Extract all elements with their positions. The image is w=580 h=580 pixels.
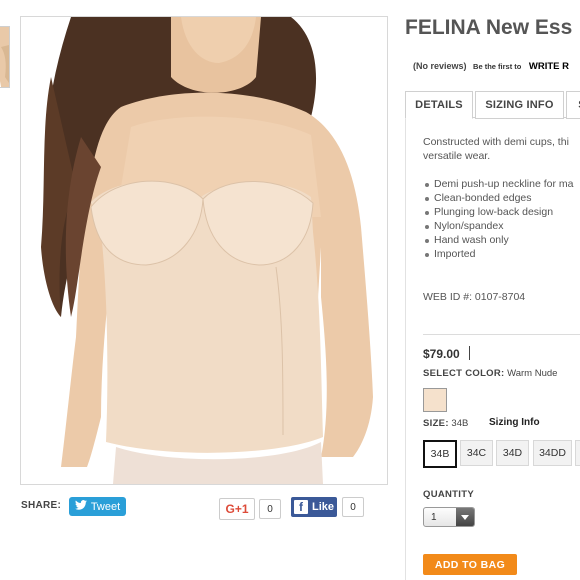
reviews-count: (No reviews) [413,61,467,71]
product-tabs: DETAILS SIZING INFO S [405,91,580,119]
description-line: Constructed with demi cups, thi [423,136,569,148]
size-label: SIZE: [423,418,449,429]
selected-color-name: Warm Nude [507,368,558,379]
twitter-icon [74,500,87,513]
price-separator [469,346,470,360]
tab-sizing-info[interactable]: SIZING INFO [475,91,564,119]
web-id: WEB ID #: 0107-8704 [423,291,526,303]
description-line: versatile wear. [423,150,491,162]
size-row: SIZE: 34B [423,418,468,429]
size-option-more[interactable]: 3 [575,440,580,466]
share-label: SHARE: [21,500,62,511]
feature-item: Imported [423,247,573,261]
quantity-value: 1 [431,511,437,523]
tweet-label: Tweet [90,500,121,513]
feature-item: Demi push-up neckline for ma [423,177,573,191]
size-option-34dd[interactable]: 34DD [533,440,572,466]
write-review-link[interactable]: WRITE R [529,61,569,72]
reviews-prompt: Be the first to [473,62,522,71]
product-price: $79.00 [423,347,460,361]
product-description: Constructed with demi cups, thi versatil… [423,135,580,163]
like-label: Like [312,501,335,513]
divider [423,334,580,335]
size-option-34b[interactable]: 34B [423,440,457,468]
sizing-info-link[interactable]: Sizing Info [489,417,540,428]
select-color-label: SELECT COLOR: [423,368,505,379]
feature-item: Plunging low-back design [423,205,573,219]
facebook-like-button[interactable]: f Like [291,497,337,517]
product-main-image[interactable] [20,16,388,485]
google-plus-button[interactable]: G+1 [219,498,255,520]
feature-item: Nylon/spandex [423,219,573,233]
reviews-row: (No reviews) Be the first to WRITE R [413,61,569,72]
feature-list: Demi push-up neckline for ma Clean-bonde… [423,177,573,261]
feature-item: Clean-bonded edges [423,191,573,205]
color-swatch-warm-nude[interactable] [423,388,447,412]
add-to-bag-button[interactable]: ADD TO BAG [423,554,517,575]
quantity-select[interactable]: 1 [423,507,475,527]
product-title: FELINA New Ess [405,16,573,39]
chevron-down-icon [456,508,474,526]
size-option-34d[interactable]: 34D [496,440,529,466]
facebook-like-count: 0 [342,497,364,517]
size-option-34c[interactable]: 34C [460,440,493,466]
facebook-icon: f [294,500,308,514]
selected-size: 34B [451,418,469,429]
google-plus-count: 0 [259,499,281,519]
select-color-row: SELECT COLOR: Warm Nude [423,368,557,379]
thumbnail-image[interactable] [0,26,10,88]
panel-border [405,117,406,580]
tab-shipping[interactable]: S [566,91,580,119]
quantity-label: QUANTITY [423,489,474,500]
tab-details[interactable]: DETAILS [405,91,473,119]
feature-item: Hand wash only [423,233,573,247]
tweet-button[interactable]: Tweet [69,497,126,516]
